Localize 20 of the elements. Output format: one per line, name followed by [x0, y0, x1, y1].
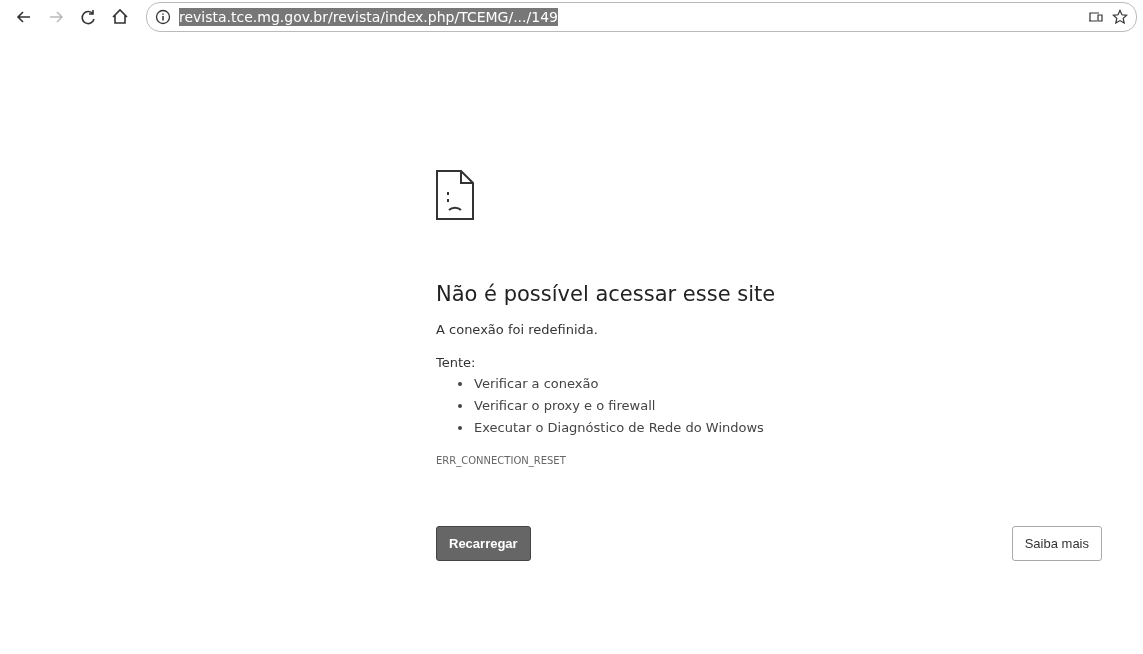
info-icon — [155, 9, 171, 25]
learn-more-button[interactable]: Saiba mais — [1011, 526, 1102, 561]
error-code: ERR_CONNECTION_RESET — [436, 455, 567, 466]
bullet-icon — [458, 403, 462, 408]
url-text: revista.tce.mg.gov.br/revista/index.php/TCEMG/.../149 — [179, 8, 558, 26]
suggestion-text: Verificar o proxy e o firewall — [474, 398, 656, 413]
suggestion-text: Executar o Diagnóstico de Rede do Windows — [474, 420, 764, 435]
error-title: Não é possível acessar esse site — [436, 282, 777, 306]
sad-document-icon — [436, 170, 474, 220]
error-message: A conexão foi redefinida. — [436, 322, 599, 337]
bullet-icon — [458, 381, 462, 386]
reload-button[interactable]: Recarregar — [436, 526, 531, 561]
suggestions-label: Tente: — [436, 355, 477, 370]
suggestion-text: Verificar a conexão — [474, 376, 599, 391]
bullet-icon — [458, 425, 462, 430]
address-bar[interactable]: revista.tce.mg.gov.br/revista/index.php/TCEMG/.../149 — [146, 2, 1137, 32]
home-icon — [111, 8, 129, 26]
bookmark-star-icon[interactable] — [1112, 9, 1128, 25]
devices-icon[interactable] — [1088, 9, 1104, 25]
reload-icon — [79, 8, 97, 26]
